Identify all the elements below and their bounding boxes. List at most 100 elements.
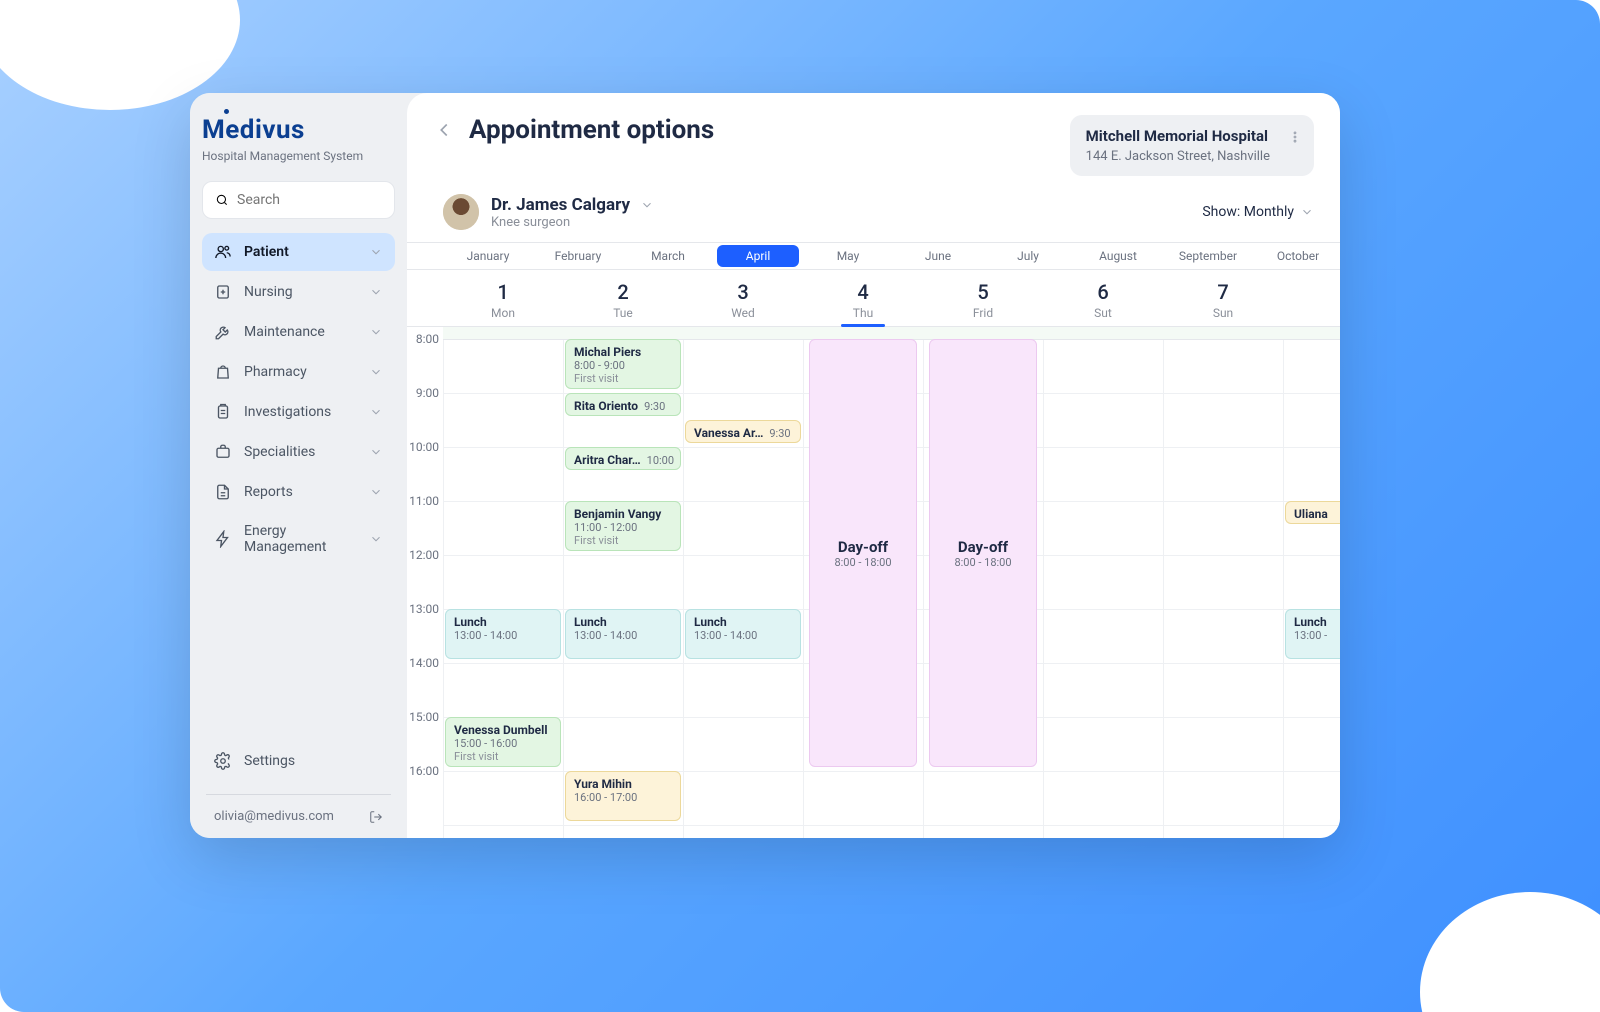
month-tab[interactable]: October bbox=[1253, 243, 1340, 269]
chevron-down-icon bbox=[369, 325, 383, 339]
chevron-down-icon bbox=[369, 365, 383, 379]
chevron-down-icon bbox=[369, 532, 383, 546]
calendar-grid-wrap: 8:009:0010:0011:0012:0013:0014:0015:0016… bbox=[407, 327, 1340, 838]
brand-subtitle: Hospital Management System bbox=[202, 149, 395, 163]
month-tab[interactable]: July bbox=[983, 243, 1073, 269]
doctor-info[interactable]: Dr. James Calgary Knee surgeon bbox=[443, 194, 654, 230]
event-title: Rita Oriento bbox=[574, 399, 638, 413]
event-title: Lunch bbox=[1294, 615, 1337, 629]
day-header[interactable]: 7Sun bbox=[1163, 270, 1283, 326]
event-title: Uliana bbox=[1294, 507, 1328, 521]
event-title: Aritra Char… bbox=[574, 453, 641, 467]
event-time: 9:30 bbox=[644, 400, 665, 413]
event-time: 8:00 - 18:00 bbox=[954, 556, 1011, 569]
brand-name: Medivus bbox=[202, 115, 395, 145]
hospital-card[interactable]: Mitchell Memorial Hospital 144 E. Jackso… bbox=[1070, 115, 1314, 176]
chevron-down-icon bbox=[1300, 205, 1314, 219]
sidebar-item-energy-management[interactable]: Energy Management bbox=[202, 513, 395, 565]
sidebar-item-specialities[interactable]: Specialities bbox=[202, 433, 395, 471]
event-title: Lunch bbox=[694, 615, 792, 629]
month-tab[interactable]: September bbox=[1163, 243, 1253, 269]
event-title: Benjamin Vangy bbox=[574, 507, 672, 521]
back-icon[interactable] bbox=[433, 119, 455, 141]
calendar-event[interactable]: Uliana bbox=[1285, 501, 1340, 524]
calendar-event[interactable]: Benjamin Vangy11:00 - 12:00First visit bbox=[565, 501, 681, 551]
day-name: Wed bbox=[683, 306, 803, 320]
sidebar: Medivus Hospital Management System Patie… bbox=[190, 93, 407, 838]
day-header[interactable]: 5Frid bbox=[923, 270, 1043, 326]
calendar-event[interactable]: Venessa Dumbell15:00 - 16:00First visit bbox=[445, 717, 561, 767]
day-number: 3 bbox=[683, 280, 803, 304]
clipboard-icon bbox=[214, 403, 232, 421]
search-box[interactable] bbox=[202, 181, 395, 219]
doctor-role: Knee surgeon bbox=[491, 215, 654, 230]
event-time: 10:00 bbox=[647, 454, 674, 467]
hospital-address: 144 E. Jackson Street, Nashville bbox=[1086, 149, 1270, 164]
month-tab[interactable]: April bbox=[717, 245, 799, 267]
calendar-event[interactable]: Vanessa Ar…9:30 bbox=[685, 420, 801, 443]
calendar-event[interactable]: Rita Oriento 9:30 bbox=[565, 393, 681, 416]
day-header[interactable]: 3 Wed bbox=[683, 270, 803, 326]
day-name: Thu bbox=[803, 306, 923, 320]
chevron-down-icon bbox=[369, 445, 383, 459]
day-name: Mon bbox=[443, 306, 563, 320]
view-toggle[interactable]: Show: Monthly bbox=[1202, 204, 1314, 220]
sidebar-item-maintenance[interactable]: Maintenance bbox=[202, 313, 395, 351]
day-name: Tue bbox=[563, 306, 683, 320]
calendar-grid[interactable]: Michal Piers8:00 - 9:00First visit Rita O… bbox=[443, 339, 1340, 838]
sidebar-item-investigations[interactable]: Investigations bbox=[202, 393, 395, 431]
time-labels: 8:009:0010:0011:0012:0013:0014:0015:0016… bbox=[407, 339, 443, 825]
logout-icon[interactable] bbox=[369, 810, 383, 824]
day-number: 5 bbox=[923, 280, 1043, 304]
event-time: 16:00 - 17:00 bbox=[574, 791, 672, 804]
users-icon bbox=[214, 243, 232, 261]
month-tab[interactable]: March bbox=[623, 243, 713, 269]
time-label: 11:00 bbox=[407, 494, 443, 548]
doctor-name: Dr. James Calgary bbox=[491, 195, 630, 215]
time-label: 15:00 bbox=[407, 710, 443, 764]
sidebar-item-reports[interactable]: Reports bbox=[202, 473, 395, 511]
event-time: 13:00 - 14:00 bbox=[574, 629, 672, 642]
calendar-event[interactable]: Aritra Char… 10:00 bbox=[565, 447, 681, 470]
sidebar-item-patient[interactable]: Patient bbox=[202, 233, 395, 271]
event-time: 11:00 - 12:00 bbox=[574, 521, 672, 534]
chevron-down-icon[interactable] bbox=[640, 198, 654, 212]
doctor-bar: Dr. James Calgary Knee surgeon Show: Mon… bbox=[407, 176, 1340, 242]
decorative-blob bbox=[1420, 892, 1600, 1012]
calendar-event[interactable]: Michal Piers8:00 - 9:00First visit bbox=[565, 339, 681, 389]
day-header[interactable]: 1Mon bbox=[443, 270, 563, 326]
calendar-event[interactable]: Day-off8:00 - 18:00 bbox=[809, 339, 917, 767]
month-selector: JanuaryFebruaryMarchAprilMayJuneJulyAugu… bbox=[407, 242, 1340, 270]
event-title: Michal Piers bbox=[574, 345, 672, 359]
calendar-event[interactable]: Lunch13:00 - 14:00 bbox=[445, 609, 561, 659]
event-time: 13:00 - bbox=[1294, 629, 1337, 642]
day-header[interactable]: 4Thu bbox=[803, 270, 923, 326]
search-input[interactable] bbox=[237, 192, 415, 208]
calendar-event[interactable]: Lunch13:00 - 14:00 bbox=[685, 609, 801, 659]
main-panel: Appointment options Mitchell Memorial Ho… bbox=[407, 93, 1340, 838]
month-tab[interactable]: May bbox=[803, 243, 893, 269]
event-time: 8:00 - 9:00 bbox=[574, 359, 672, 372]
settings-link[interactable]: Settings bbox=[202, 742, 395, 780]
month-tab[interactable]: January bbox=[443, 243, 533, 269]
month-tab[interactable]: February bbox=[533, 243, 623, 269]
day-header[interactable]: 6Sut bbox=[1043, 270, 1163, 326]
calendar-event[interactable]: Yura Mihin16:00 - 17:00 bbox=[565, 771, 681, 821]
chevron-down-icon bbox=[369, 245, 383, 259]
calendar-event[interactable]: Lunch13:00 - 14:00 bbox=[565, 609, 681, 659]
sidebar-item-nursing[interactable]: Nursing bbox=[202, 273, 395, 311]
hospital-menu-icon[interactable] bbox=[1288, 129, 1302, 148]
month-tab[interactable]: June bbox=[893, 243, 983, 269]
main-header: Appointment options Mitchell Memorial Ho… bbox=[407, 93, 1340, 176]
day-header[interactable]: 2Tue bbox=[563, 270, 683, 326]
sidebar-item-pharmacy[interactable]: Pharmacy bbox=[202, 353, 395, 391]
view-label: Show: Monthly bbox=[1202, 204, 1294, 220]
calendar-event[interactable]: Day-off8:00 - 18:00 bbox=[929, 339, 1037, 767]
event-title: Venessa Dumbell bbox=[454, 723, 552, 737]
nurse-icon bbox=[214, 283, 232, 301]
bolt-icon bbox=[214, 530, 232, 548]
gear-icon bbox=[214, 752, 232, 770]
calendar-event[interactable]: Lunch13:00 - bbox=[1285, 609, 1340, 659]
settings-label: Settings bbox=[244, 753, 295, 769]
month-tab[interactable]: August bbox=[1073, 243, 1163, 269]
